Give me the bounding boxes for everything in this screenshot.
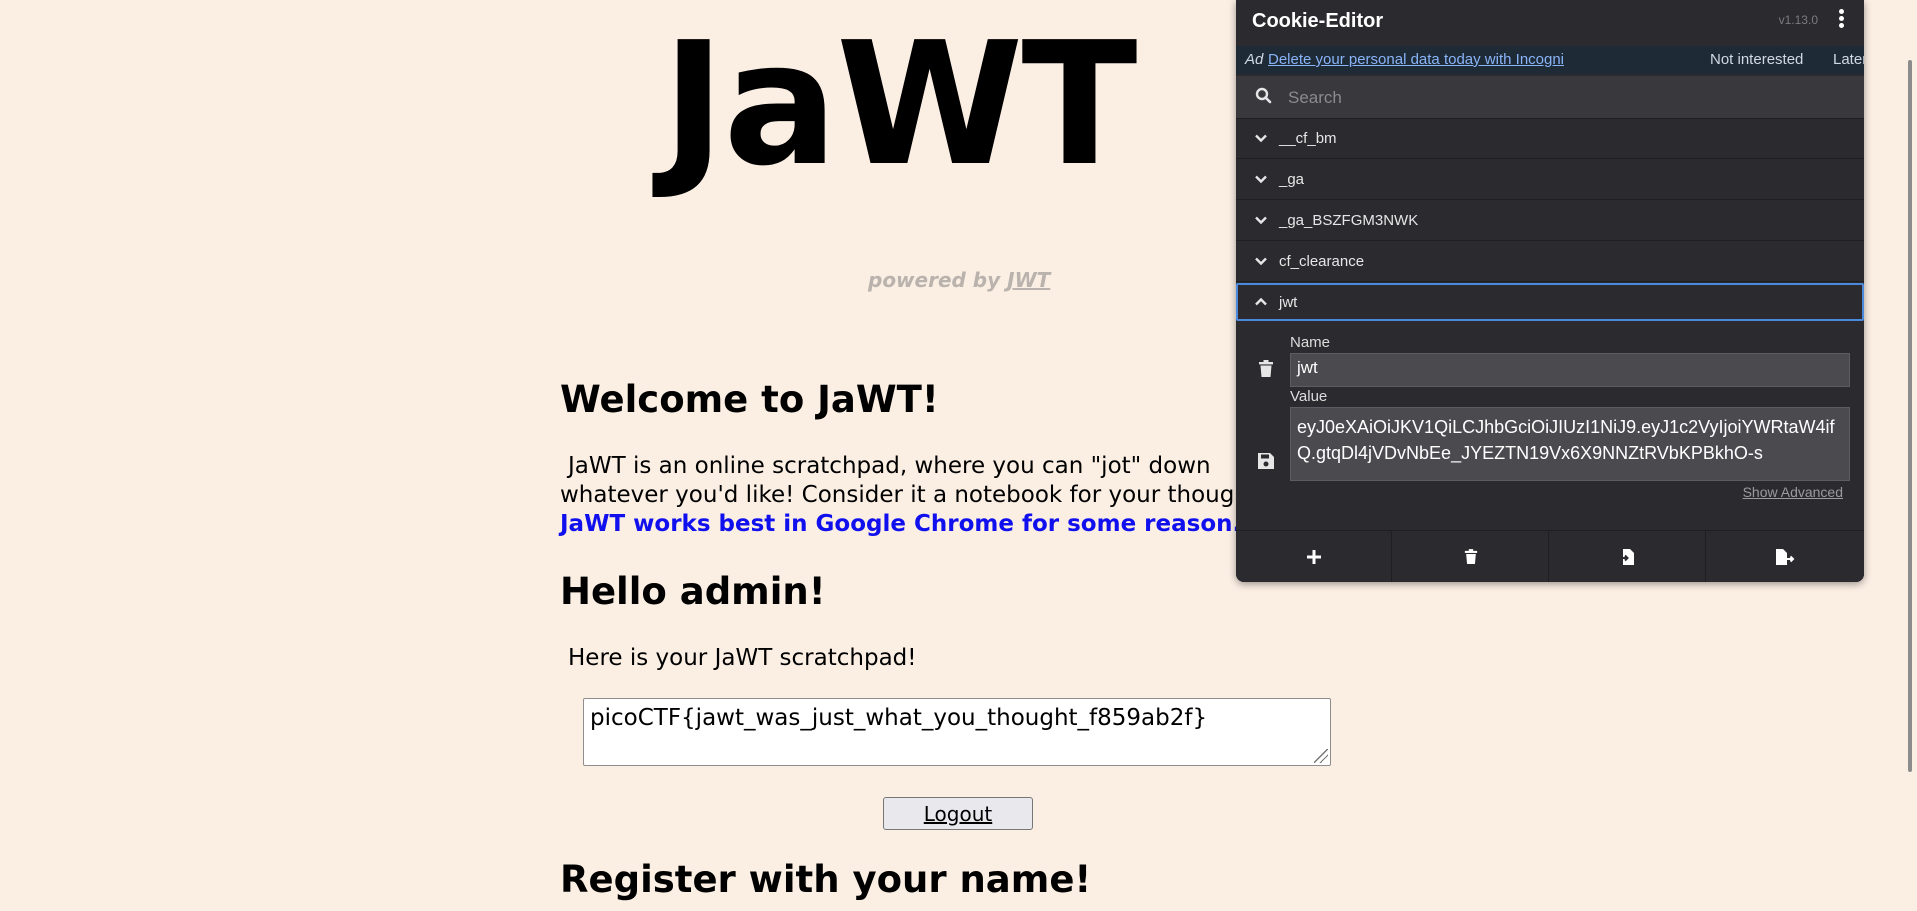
- register-heading: Register with your name!: [560, 858, 1092, 901]
- cookie-row-ga[interactable]: _ga: [1236, 160, 1864, 200]
- search-icon: [1255, 87, 1272, 104]
- cookie-name: _ga_BSZFGM3NWK: [1279, 212, 1419, 229]
- powered-by: powered by JWT: [868, 268, 1050, 292]
- cookie-actions-bar: [1236, 530, 1864, 582]
- more-options-icon[interactable]: [1836, 9, 1846, 31]
- ad-tag: Ad: [1245, 51, 1264, 68]
- cookie-detail-panel: Name jwt Value eyJ0eXAiOiJKV1QiLCJhbGciO…: [1236, 324, 1864, 528]
- ad-banner: Ad Delete your personal data today with …: [1236, 46, 1864, 74]
- delete-all-button[interactable]: [1393, 531, 1549, 582]
- cookie-row-cf-bm[interactable]: __cf_bm: [1236, 119, 1864, 159]
- scratchpad-value: picoCTF{jawt_was_just_what_you_thought_f…: [590, 705, 1208, 731]
- cookie-row-jwt[interactable]: jwt: [1236, 283, 1864, 321]
- cookie-editor-version: v1.13.0: [1778, 13, 1818, 27]
- cookie-row-ga-bszfgm3nwk[interactable]: _ga_BSZFGM3NWK: [1236, 201, 1864, 241]
- jwt-link[interactable]: JWT: [1007, 268, 1050, 292]
- cookie-editor-popup: Cookie-Editor v1.13.0 Ad Delete your per…: [1236, 0, 1864, 582]
- chevron-down-icon: [1255, 257, 1267, 266]
- cookie-name-field[interactable]: jwt: [1290, 353, 1850, 387]
- delete-all-icon: [1464, 549, 1477, 564]
- scratchpad-label: Here is your JaWT scratchpad!: [568, 645, 917, 671]
- name-label: Name: [1290, 334, 1331, 351]
- hello-heading: Hello admin!: [560, 570, 826, 613]
- delete-cookie-icon[interactable]: [1258, 360, 1274, 378]
- cookie-row-cf-clearance[interactable]: cf_clearance: [1236, 242, 1864, 282]
- chevron-up-icon: [1255, 297, 1267, 306]
- resize-grip-icon[interactable]: [1314, 749, 1328, 763]
- cookie-name: jwt: [1279, 294, 1298, 311]
- show-advanced-link[interactable]: Show Advanced: [1743, 484, 1843, 500]
- page-scrollbar[interactable]: [1904, 0, 1917, 911]
- cookie-search-input[interactable]: [1286, 82, 1850, 114]
- cookie-editor-title: Cookie-Editor: [1252, 10, 1384, 32]
- ad-not-interested-button[interactable]: Not interested: [1710, 51, 1803, 68]
- cookie-name: __cf_bm: [1279, 130, 1337, 147]
- chevron-down-icon: [1255, 134, 1267, 143]
- chevron-down-icon: [1255, 175, 1267, 184]
- powered-by-prefix: powered by: [868, 268, 1008, 292]
- export-button[interactable]: [1707, 531, 1863, 582]
- add-cookie-button[interactable]: [1236, 531, 1392, 582]
- ad-later-button[interactable]: Later: [1833, 51, 1864, 68]
- import-icon: [1619, 549, 1634, 565]
- cookie-editor-header: Cookie-Editor v1.13.0: [1236, 0, 1864, 44]
- site-logo: JaWT: [662, 6, 1137, 204]
- scrollbar-thumb[interactable]: [1908, 60, 1912, 772]
- save-cookie-icon[interactable]: [1257, 452, 1275, 470]
- logout-button[interactable]: Logout: [883, 797, 1033, 830]
- cookie-name: cf_clearance: [1279, 253, 1365, 270]
- value-label: Value: [1290, 388, 1328, 405]
- cookie-value-field[interactable]: eyJ0eXAiOiJKV1QiLCJhbGciOiJIUzI1NiJ9.eyJ…: [1290, 407, 1850, 481]
- chevron-down-icon: [1255, 216, 1267, 225]
- cookie-search-bar: [1236, 76, 1864, 119]
- scratchpad-textarea[interactable]: picoCTF{jawt_was_just_what_you_thought_f…: [583, 698, 1331, 766]
- welcome-heading: Welcome to JaWT!: [560, 378, 939, 421]
- ad-link[interactable]: Delete your personal data today with Inc…: [1268, 51, 1564, 68]
- cookie-name: _ga: [1279, 171, 1305, 188]
- add-icon: [1306, 550, 1321, 564]
- import-button[interactable]: [1550, 531, 1706, 582]
- export-icon: [1776, 549, 1795, 565]
